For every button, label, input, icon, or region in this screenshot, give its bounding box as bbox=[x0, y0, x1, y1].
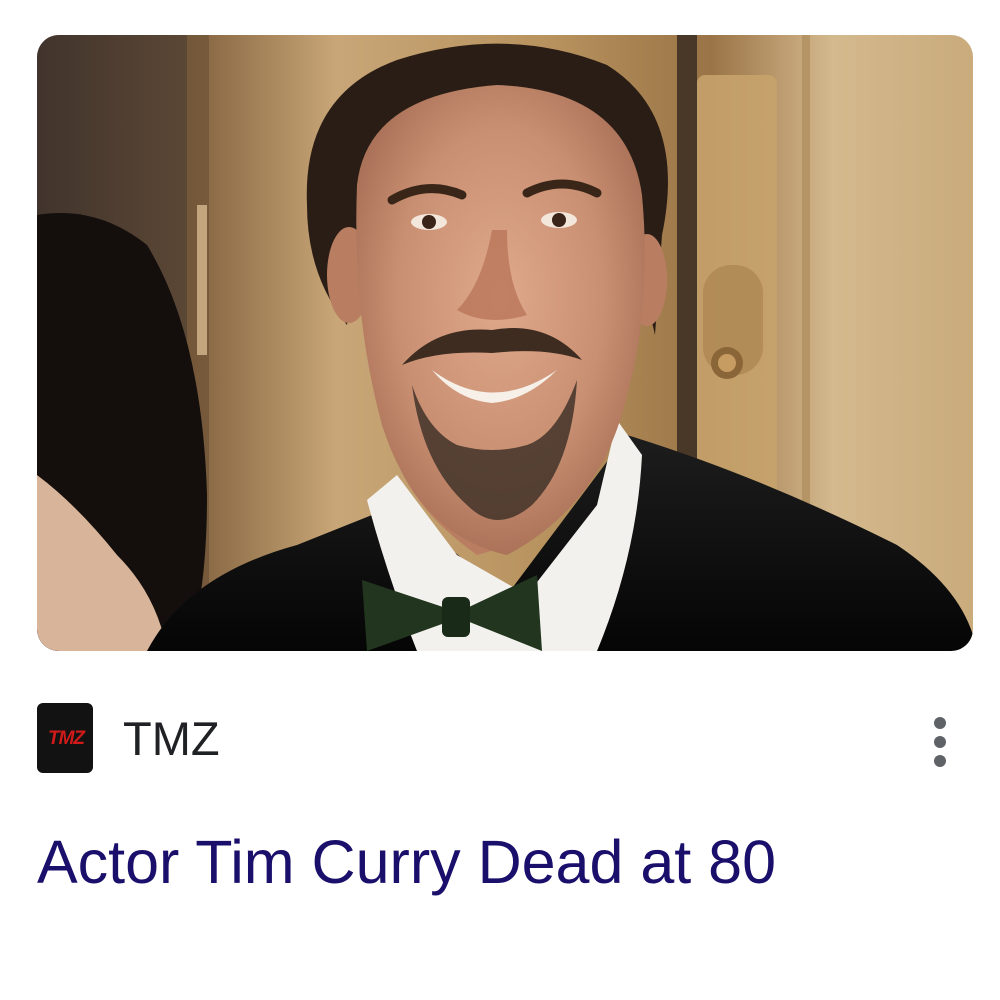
article-headline[interactable]: Actor Tim Curry Dead at 80 bbox=[37, 826, 967, 898]
article-image[interactable] bbox=[37, 35, 973, 651]
source-row: TMZ TMZ bbox=[37, 703, 963, 775]
more-vert-icon-dot bbox=[934, 736, 946, 748]
more-options-button[interactable] bbox=[922, 711, 958, 773]
more-vert-icon-dot bbox=[934, 755, 946, 767]
article-photo bbox=[37, 35, 973, 651]
more-vert-icon bbox=[934, 717, 946, 729]
favicon-mark: TMZ bbox=[47, 728, 85, 749]
source-name[interactable]: TMZ bbox=[123, 713, 220, 765]
news-card[interactable]: TMZ TMZ Actor Tim Curry Dead at 80 bbox=[0, 0, 1000, 1000]
tmz-logo-icon: TMZ bbox=[37, 703, 93, 773]
